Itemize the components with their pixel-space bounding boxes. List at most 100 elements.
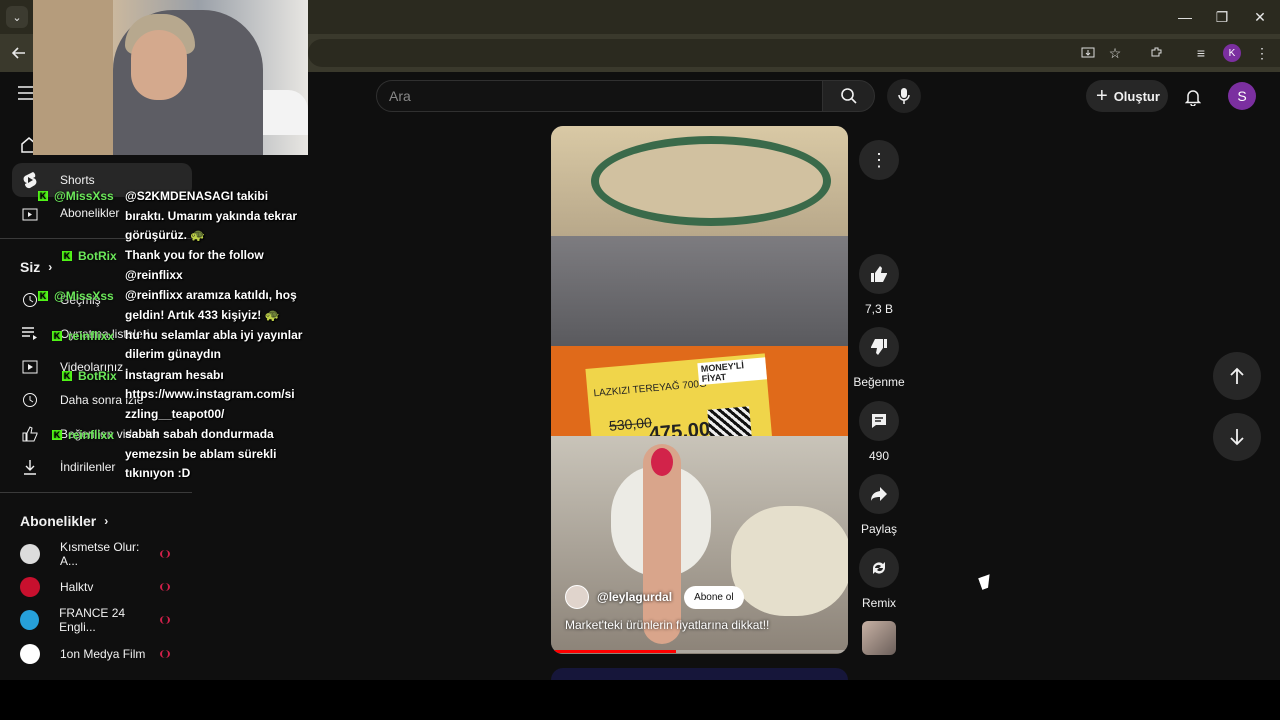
chat-username: K BotRix [62,369,117,383]
channel-avatar[interactable] [565,585,589,609]
subscribe-button[interactable]: Abone ol [684,585,744,609]
thumbs-up-icon [12,426,48,442]
channel-avatar [20,544,40,564]
install-app-icon[interactable] [1078,43,1098,63]
chat-username: K @MissXss [38,289,114,303]
comment-count: 490 [868,449,890,463]
search-button[interactable] [822,80,875,112]
kick-icon: K [52,430,62,440]
live-icon [160,616,170,624]
dislike-action[interactable]: Beğenme [852,327,906,389]
download-icon [12,459,48,475]
chat-message-line: @S2KMDENASAGI takibi [125,189,269,203]
video-progress-fill [551,650,676,653]
short-caption[interactable]: Market'teki ürünlerin fiyatlarına dikkat… [565,618,769,632]
subscriptions-icon [12,205,48,221]
microphone-icon [898,88,910,104]
remix-label: Remix [861,596,896,610]
like-count: 7,3 B [864,302,894,316]
share-action[interactable]: Paylaş [852,474,906,536]
live-icon [160,583,170,591]
like-action[interactable]: 7,3 B [852,254,906,316]
subscription-item[interactable]: FRANCE 24 Engli... [20,605,190,635]
live-icon [160,550,170,558]
chat-message-line: sabah sabah dondurmada [125,427,274,441]
kick-icon: K [52,331,62,341]
kick-icon: K [62,251,72,261]
comments-action[interactable]: 490 [852,401,906,463]
chat-username: K @MissXss [38,189,114,203]
remix-action[interactable]: Remix [852,548,906,610]
sidebar-divider [0,492,192,493]
share-icon[interactable] [859,474,899,514]
voice-search-button[interactable] [887,79,921,113]
shorts-icon [12,171,48,189]
chat-username: K reinflixx [52,329,115,343]
arrow-down-icon [1230,429,1244,446]
chat-message-line: görüşürüz. 🐢 [125,228,206,242]
chat-message-line: Thank you for the follow [125,248,264,262]
kick-icon: K [38,191,48,201]
webcam-overlay [33,0,308,155]
back-arrow-icon [12,47,25,59]
chat-message-line: @reinflixx [125,268,183,282]
live-icon [160,650,170,658]
maximize-button[interactable]: ❐ [1211,6,1233,28]
extensions-icon[interactable] [1147,43,1167,63]
next-short-preview [551,668,848,680]
create-button[interactable]: + Oluştur [1086,80,1168,112]
chat-username: K reinflixx [52,428,115,442]
back-button[interactable] [8,42,30,64]
next-short-button[interactable] [1213,413,1261,461]
chat-message-line: hu hu selamlar abla iyi yayınlar [125,328,303,342]
chat-message-line: İnstagram hesabı [125,368,224,382]
sidebar-you-heading[interactable]: Siz › [20,259,52,275]
account-avatar[interactable]: S [1228,82,1256,110]
thumbs-up-icon[interactable] [859,254,899,294]
chevron-right-icon: › [104,514,109,528]
address-bar[interactable] [308,39,1280,67]
browser-menu-icon[interactable]: ⋮ [1252,43,1272,63]
chat-message-line: zzling__teapot00/ [125,407,225,421]
tab-search-button[interactable]: ⌄ [6,6,28,28]
chat-username: K BotRix [62,249,117,263]
browser-profile-avatar[interactable]: K [1223,44,1241,62]
short-video-player[interactable]: LAZKIZI TEREYAĞ 700G MONEY'Lİ FİYAT 530,… [551,126,848,654]
video-progress-bar[interactable] [551,650,848,653]
product-package [591,136,831,226]
chat-message-line: geldin! Artık 433 kişiyiz! 🐢 [125,308,280,322]
more-actions[interactable]: ⋮ [852,140,906,180]
minimize-button[interactable]: — [1174,6,1196,28]
create-label: Oluştur [1113,88,1160,104]
search-icon [840,88,857,104]
channel-avatar [20,577,40,597]
chat-message-line: tıkınıyon :D [125,466,191,480]
chat-message-line: dilerim günaydın [125,347,222,361]
remix-icon[interactable] [859,548,899,588]
sound-thumbnail[interactable] [862,621,896,655]
chat-message-line: yemezsin be ablam sürekli [125,447,277,461]
plus-icon: + [1096,85,1108,107]
channel-avatar [20,644,40,664]
chat-message-line: https://www.instagram.com/si [125,387,295,401]
subscription-item[interactable]: 1on Medya Film [20,639,190,669]
thumbs-down-icon[interactable] [859,327,899,367]
bookmark-star-icon[interactable]: ☆ [1105,43,1125,63]
subscription-item[interactable]: Halktv [20,572,190,602]
media-controls-icon[interactable]: ≡ [1191,43,1211,63]
chevron-right-icon: › [48,260,53,274]
close-window-button[interactable]: ✕ [1249,6,1271,28]
notifications-button[interactable] [1180,84,1206,110]
short-channel-info: @leylagurdal Abone ol [565,585,744,609]
clock-icon [12,392,48,408]
previous-short-button[interactable] [1213,352,1261,400]
arrow-up-icon [1230,367,1244,384]
search-input[interactable]: Ara [376,80,823,112]
more-options-icon[interactable]: ⋮ [859,140,899,180]
comment-icon[interactable] [859,401,899,441]
playlist-icon [12,327,48,341]
channel-handle[interactable]: @leylagurdal [597,590,672,604]
subscription-item[interactable]: Kısmetse Olur: A... [20,539,190,569]
kick-icon: K [62,371,72,381]
sidebar-subscriptions-heading[interactable]: Abonelikler › [20,513,108,529]
